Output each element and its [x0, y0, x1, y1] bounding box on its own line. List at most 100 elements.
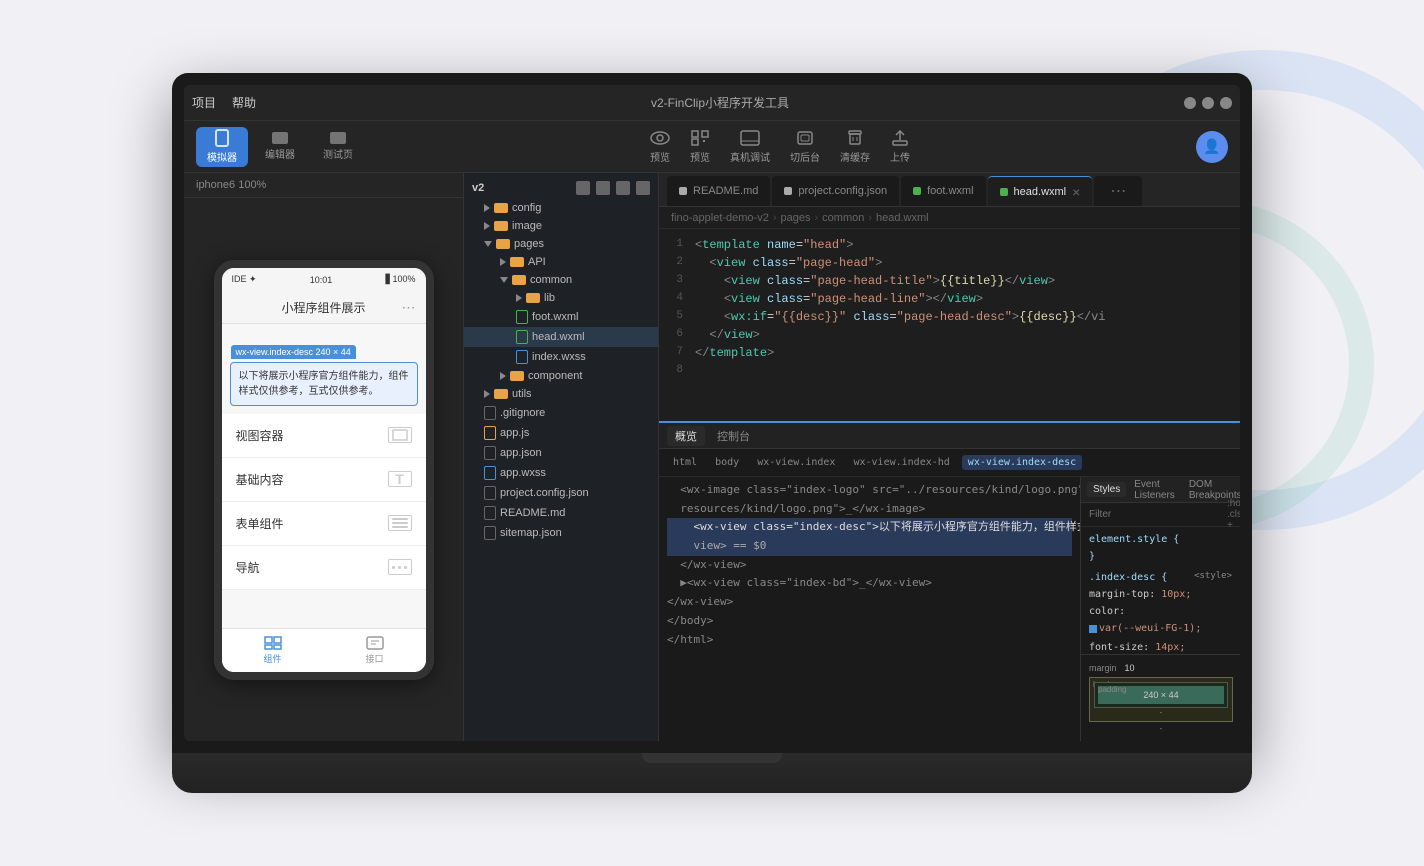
phone-highlight-box: wx-view.index-desc 240 × 44 以下将展示小程序官方组件… — [230, 362, 418, 406]
preview-panel: iphone6 100% IDE ✦ 10:01 ▋100% 小程序组件展示 ⋯ — [184, 173, 464, 741]
dt-line: <wx-image class="index-logo" src="../res… — [667, 481, 1072, 500]
line-number: 4 — [659, 292, 695, 304]
filetree-item-footwxml[interactable]: foot.wxml — [464, 307, 658, 327]
chevron-icon — [500, 258, 506, 266]
testpage-button[interactable]: 测试页 — [312, 127, 364, 167]
editor-button[interactable]: 编辑器 — [254, 127, 306, 167]
list-item-0[interactable]: 视图容器 — [222, 414, 426, 458]
filetree-item-image[interactable]: image — [464, 217, 658, 235]
tab-label: foot.wxml — [927, 185, 973, 197]
line-number: 6 — [659, 328, 695, 340]
breadcrumb-sep: › — [815, 212, 819, 224]
nav-api[interactable]: 接口 — [324, 629, 426, 672]
filter-input[interactable] — [1089, 509, 1221, 520]
ide-title: v2-FinClip小程序开发工具 — [256, 94, 1184, 111]
item-label: head.wxml — [532, 331, 585, 343]
chevron-open-icon — [500, 277, 508, 283]
tab-footwxml[interactable]: foot.wxml — [901, 176, 985, 206]
filetree-item-appjs[interactable]: app.js — [464, 423, 658, 443]
filetree-item-lib[interactable]: lib — [464, 289, 658, 307]
phone-icon — [215, 129, 229, 147]
simulator-button[interactable]: 模拟器 — [196, 127, 248, 167]
phone-header: 小程序组件展示 ⋯ — [222, 292, 426, 324]
filetree-item-appwxss[interactable]: app.wxss — [464, 463, 658, 483]
el-tag-wxview-hd[interactable]: wx-view.index-hd — [847, 455, 955, 470]
subtab-styles[interactable]: Styles — [1087, 482, 1126, 497]
ft-refresh-icon[interactable] — [616, 181, 630, 195]
maximize-button[interactable] — [1202, 97, 1214, 109]
el-tag-html[interactable]: html — [667, 455, 703, 470]
filetree-item-component[interactable]: component — [464, 367, 658, 385]
device-debug-button[interactable]: 真机调试 — [730, 130, 770, 164]
ft-new-folder-icon[interactable] — [596, 181, 610, 195]
background-button[interactable]: 切后台 — [790, 130, 820, 164]
tab-headwxml[interactable]: head.wxml × — [988, 176, 1093, 206]
devtools-right: Styles Event Listeners DOM Breakpoints P… — [1080, 477, 1240, 741]
filetree-icons — [576, 181, 650, 195]
list-item-3[interactable]: 导航 — [222, 546, 426, 590]
list-icon-3 — [388, 559, 412, 575]
close-button[interactable] — [1220, 97, 1232, 109]
code-line-5: 5 <wx:if="{{desc}}" class="page-head-des… — [659, 309, 1240, 327]
subtab-events[interactable]: Event Listeners — [1128, 477, 1181, 503]
filetree-item-api[interactable]: API — [464, 253, 658, 271]
tab-dot-icon — [1000, 188, 1008, 196]
devtools-tab-console[interactable]: 控制台 — [709, 426, 758, 446]
device-icon — [740, 130, 760, 146]
tab-label: head.wxml — [1014, 186, 1067, 198]
code-editor[interactable]: 1 <template name="head"> 2 <view class="… — [659, 229, 1240, 421]
clear-cache-button[interactable]: 清缓存 — [840, 130, 870, 164]
style-rule: .index-desc { <style> — [1089, 569, 1232, 586]
filetree-item-readme[interactable]: README.md — [464, 503, 658, 523]
real-preview-label: 预览 — [690, 149, 710, 164]
filetree-item-pages[interactable]: pages — [464, 235, 658, 253]
list-item-2[interactable]: 表单组件 — [222, 502, 426, 546]
nav-components[interactable]: 组件 — [222, 629, 324, 672]
tab-close-icon[interactable]: × — [1072, 185, 1080, 199]
menu-help[interactable]: 帮助 — [232, 94, 256, 111]
item-label: foot.wxml — [532, 311, 578, 323]
el-tag-wxview-desc[interactable]: wx-view.index-desc — [962, 455, 1082, 470]
minimize-button[interactable] — [1184, 97, 1196, 109]
filetree-item-gitignore[interactable]: .gitignore — [464, 403, 658, 423]
preview-button[interactable]: 预览 — [650, 130, 670, 164]
preview-label: 预览 — [650, 149, 670, 164]
margin-value: 10 — [1125, 663, 1135, 673]
devtools-panel: 概览 控制台 html body wx-view.index wx-view.i… — [659, 421, 1240, 741]
dt-line-highlighted: view> == $0 — [667, 537, 1072, 556]
phone-statusbar: IDE ✦ 10:01 ▋100% — [222, 268, 426, 292]
chevron-icon — [516, 294, 522, 302]
filetree-item-sitemapjson[interactable]: sitemap.json — [464, 523, 658, 543]
devtools-code[interactable]: <wx-image class="index-logo" src="../res… — [659, 477, 1080, 741]
file-icon — [484, 526, 496, 540]
tab-readme[interactable]: README.md — [667, 176, 770, 206]
code-line-8: 8 — [659, 363, 1240, 381]
status-right: ▋100% — [386, 274, 416, 285]
filetree-item-utils[interactable]: utils — [464, 385, 658, 403]
menu-project[interactable]: 项目 — [192, 94, 216, 111]
filetree-item-config[interactable]: config — [464, 199, 658, 217]
upload-button[interactable]: 上传 — [890, 130, 910, 164]
real-preview-button[interactable]: 预览 — [690, 130, 710, 164]
el-tag-wxview-index[interactable]: wx-view.index — [751, 455, 841, 470]
filetree-item-appjson[interactable]: app.json — [464, 443, 658, 463]
filetree-item-common[interactable]: common — [464, 271, 658, 289]
filetree-item-indexwxss[interactable]: index.wxss — [464, 347, 658, 367]
tab-more[interactable]: ⋯ — [1094, 176, 1142, 206]
background-label: 切后台 — [790, 149, 820, 164]
test-icon — [330, 132, 346, 144]
devtools-tab-overview[interactable]: 概览 — [667, 426, 705, 446]
el-tag-body[interactable]: body — [709, 455, 745, 470]
item-label: index.wxss — [532, 351, 586, 363]
filetree-item-projectconfig[interactable]: project.config.json — [464, 483, 658, 503]
tab-projectconfig[interactable]: project.config.json — [772, 176, 899, 206]
filetree-item-headwxml[interactable]: head.wxml — [464, 327, 658, 347]
code-line-2: 2 <view class="page-head"> — [659, 255, 1240, 273]
list-item-1[interactable]: 基础内容 T — [222, 458, 426, 502]
item-label: common — [530, 274, 572, 286]
ft-collapse-icon[interactable] — [636, 181, 650, 195]
list-item-label-0: 视图容器 — [236, 427, 284, 444]
user-avatar[interactable]: 👤 — [1196, 131, 1228, 163]
ft-new-file-icon[interactable] — [576, 181, 590, 195]
item-label: utils — [512, 388, 532, 400]
